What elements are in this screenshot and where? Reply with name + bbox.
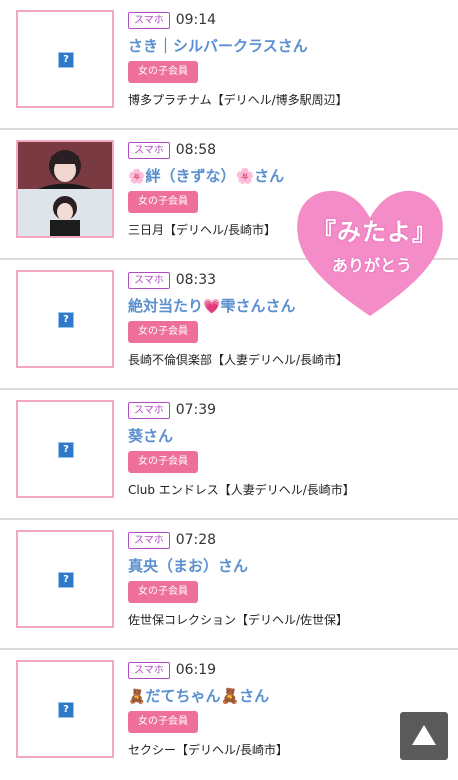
- scroll-top-button[interactable]: [400, 712, 448, 760]
- visitor-name-text: だてちゃん: [145, 687, 221, 705]
- profile-thumbnail[interactable]: [16, 140, 114, 238]
- profile-thumbnail[interactable]: ?: [16, 400, 114, 498]
- list-item[interactable]: ? スマホ 07:28 真央（まお）さん 女の子会員 佐世保コレクション【デリヘ…: [0, 520, 458, 650]
- device-badge: スマホ: [128, 141, 170, 159]
- profile-thumbnail[interactable]: ?: [16, 10, 114, 108]
- visitor-name[interactable]: 真央（まお）さん: [128, 555, 448, 577]
- visitor-name-suffix: 🧸さん: [220, 687, 270, 705]
- visitor-name-text: 絶対当たり: [128, 297, 204, 315]
- mitayo-text: 『みたよ』: [312, 218, 437, 246]
- profile-thumbnail[interactable]: ?: [16, 660, 114, 758]
- broken-image-icon: ?: [58, 312, 74, 328]
- shop-name[interactable]: Club エンドレス【人妻デリヘル/長崎市】: [128, 481, 448, 498]
- list-item[interactable]: ? スマホ 07:39 葵さん 女の子会員 Club エンドレス【人妻デリヘル/…: [0, 390, 458, 520]
- shop-name[interactable]: 佐世保コレクション【デリヘル/佐世保】: [128, 611, 448, 628]
- flower-icon: 🌸: [128, 169, 146, 185]
- member-tag: 女の子会員: [128, 451, 198, 473]
- visitor-name-suffix: 🌸さん: [235, 167, 285, 185]
- member-tag: 女の子会員: [128, 581, 198, 603]
- profile-photo: [18, 142, 112, 236]
- device-badge: スマホ: [128, 11, 170, 29]
- up-triangle-icon: [412, 725, 436, 745]
- broken-image-icon: ?: [58, 442, 74, 458]
- visit-time: 08:58: [175, 142, 217, 158]
- list-item[interactable]: ? スマホ 09:14 さき｜シルバークラスさん 女の子会員 博多プラチナム【デ…: [0, 0, 458, 130]
- visitor-name[interactable]: 葵さん: [128, 425, 448, 447]
- thanks-text: ありがとう: [331, 256, 412, 275]
- device-badge: スマホ: [128, 661, 170, 679]
- broken-image-icon: ?: [58, 52, 74, 68]
- mitayo-heart-sticker: 『みたよ』 ありがとう: [290, 174, 450, 324]
- shop-name[interactable]: 長崎不倫倶楽部【人妻デリヘル/長崎市】: [128, 351, 448, 368]
- broken-image-icon: ?: [58, 572, 74, 588]
- profile-thumbnail[interactable]: ?: [16, 530, 114, 628]
- visitor-name[interactable]: さき｜シルバークラスさん: [128, 35, 448, 57]
- device-badge: スマホ: [128, 401, 170, 419]
- heart-icon: 💗: [203, 299, 221, 315]
- teddy-bear-icon: 🧸: [128, 689, 146, 705]
- device-badge: スマホ: [128, 271, 170, 289]
- device-badge: スマホ: [128, 531, 170, 549]
- heart-icon: [297, 190, 443, 316]
- visit-time: 08:33: [175, 272, 217, 288]
- visit-time: 07:39: [175, 402, 217, 418]
- member-tag: 女の子会員: [128, 61, 198, 83]
- member-tag: 女の子会員: [128, 711, 198, 733]
- visit-time: 09:14: [175, 12, 217, 28]
- visit-time: 07:28: [175, 532, 217, 548]
- visitor-name-suffix: 雫さんさん: [220, 297, 296, 315]
- list-item[interactable]: ? スマホ 06:19 🧸だてちゃん🧸さん 女の子会員 セクシー【デリヘル/長崎…: [0, 650, 458, 780]
- member-tag: 女の子会員: [128, 191, 198, 213]
- shop-name[interactable]: 博多プラチナム【デリヘル/博多駅周辺】: [128, 91, 448, 108]
- visitor-name-text: 絆（きずな）: [145, 167, 236, 185]
- visit-time: 06:19: [175, 662, 217, 678]
- profile-thumbnail[interactable]: ?: [16, 270, 114, 368]
- broken-image-icon: ?: [58, 702, 74, 718]
- visitor-name[interactable]: 🧸だてちゃん🧸さん: [128, 685, 448, 707]
- member-tag: 女の子会員: [128, 321, 198, 343]
